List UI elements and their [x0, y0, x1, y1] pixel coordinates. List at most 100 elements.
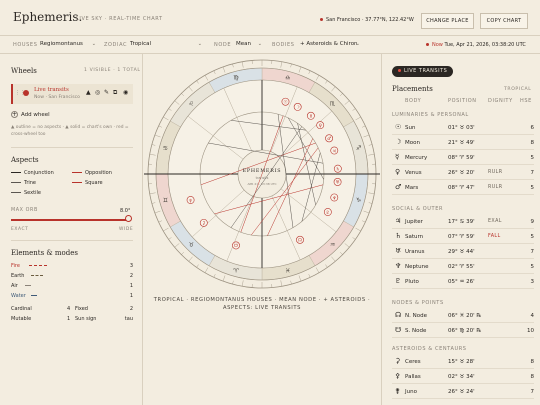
placement-row[interactable]: ⚳ Ceres 15° ♉ 28' 8: [392, 354, 534, 369]
placement-row[interactable]: ☉ Sun 01° ♉ 03' 6: [392, 120, 534, 135]
chevron-down-icon: ⌄: [257, 41, 262, 47]
group-label: LUMINARIES & PERSONAL: [392, 112, 469, 118]
zodiac-sign-glyph: ♑: [356, 197, 361, 204]
orb-slider-track[interactable]: [11, 219, 131, 221]
degree-tick: [331, 86, 336, 92]
wheel-center-sub: transits: [256, 176, 269, 180]
degree-tick: [168, 237, 172, 240]
bodies-label: BODIES: [272, 42, 295, 48]
placement-row[interactable]: ♇ Pluto 05° ♒ 26' 3: [392, 274, 534, 289]
placement-row[interactable]: ☿ Mercury 08° ♈ 59' 5: [392, 150, 534, 165]
planet-glyph-icon: ⚴: [395, 372, 401, 380]
aspect-sextile[interactable]: Sextile: [11, 190, 41, 196]
wheel-item-live[interactable]: ⋮⋮ Live transits Now · San Francisco ▲ ◎…: [11, 84, 133, 104]
degree-tick: [325, 264, 328, 268]
placement-name: Venus: [405, 170, 422, 176]
wheel-color-dot[interactable]: [23, 90, 29, 96]
placement-position: 26° ♉ 24': [448, 389, 475, 395]
zodiac-sign-glyph: ♊: [163, 197, 168, 204]
degree-tick: [352, 237, 356, 240]
add-wheel-button[interactable]: + Add wheel: [11, 111, 50, 118]
degree-tick: [315, 75, 320, 81]
degree-tick: [362, 125, 366, 128]
placement-row[interactable]: ♆ Neptune 02° ♈ 55' 5: [392, 259, 534, 274]
placement-name: Mercury: [405, 155, 428, 161]
placement-row[interactable]: ⚵ Juno 26° ♉ 24' 7: [392, 384, 534, 399]
aspect-square[interactable]: Square: [72, 180, 103, 186]
placement-row[interactable]: ⚴ Pallas 02° ♉ 34' 8: [392, 369, 534, 384]
placement-house: 4: [530, 313, 535, 319]
degree-tick: [368, 144, 373, 146]
placement-row[interactable]: ☋ S. Node 06° ♍ 20' ℞ 10: [392, 323, 534, 338]
degree-tick: [204, 267, 209, 273]
live-transits-pill[interactable]: LIVE TRANSITS: [392, 66, 454, 77]
placement-row[interactable]: ♄ Saturn 07° ♈ 59' FALL 5: [392, 229, 534, 244]
degree-tick: [188, 256, 193, 262]
aspect-trine[interactable]: Trine: [11, 180, 36, 186]
houses-label: HOUSES: [13, 42, 38, 48]
location-label: San Francisco · 37.77°N, 122.42°W: [320, 17, 414, 23]
degree-tick: [352, 108, 356, 111]
placement-dignity: RULR: [488, 170, 503, 175]
placement-position: 02° ♈ 55': [448, 264, 475, 270]
placement-name: Mars: [405, 185, 419, 191]
pencil-icon[interactable]: ✎: [104, 89, 109, 96]
element-bar: [29, 265, 47, 266]
placement-dignity: RULR: [488, 185, 503, 190]
degree-tick: [174, 100, 180, 105]
wheel-center-title: EPHEMERIS: [243, 168, 282, 174]
placement-name: Neptune: [405, 264, 429, 270]
eye-icon[interactable]: ◉: [123, 89, 128, 96]
planet-marker-glyph: ☉: [283, 100, 287, 106]
zodiac-sign-glyph: ♎: [285, 74, 290, 81]
placement-row[interactable]: ♂ Mars 08° ♈ 47' RULR 5: [392, 180, 534, 195]
planet-marker-glyph: ♄: [336, 166, 340, 172]
chart-wheel[interactable]: ♈ ♉ ♊ ♋ ♌ ♍ ♎ ♏ ♐ ♑ ♒ ♓ ☉ ☽ ☿ ♀ ♂♃ ♄ ♅ ♆ ♇ ☊ ☋ ⚳ ⚴ EPHEMERIS trans…: [142, 54, 382, 294]
col-position: POSITION: [448, 98, 477, 104]
degree-tick: [168, 108, 172, 111]
placement-row[interactable]: ♃ Jupiter 17° ♋ 39' EXAL 9: [392, 214, 534, 229]
zodiac-label: ZODIAC: [104, 42, 128, 48]
top-bar: Ephemeris. LIVE SKY · REAL-TIME CHART Sa…: [0, 0, 540, 36]
degree-tick: [363, 134, 370, 138]
chevron-down-icon: ⌄: [197, 41, 202, 47]
placement-row[interactable]: ☽ Moon 21° ♉ 49' 8: [392, 135, 534, 150]
degree-tick: [344, 243, 350, 248]
copy-icon[interactable]: ⧉: [113, 89, 117, 97]
change-place-button[interactable]: CHANGE PLACE: [421, 13, 474, 29]
node-select[interactable]: Mean ⌄: [236, 41, 262, 47]
swatch: [11, 192, 21, 193]
aspect-opposition[interactable]: Opposition: [72, 170, 112, 176]
placement-house: 8: [530, 374, 535, 380]
placement-house: 9: [530, 219, 535, 225]
placement-row[interactable]: ♅ Uranus 29° ♉ 44' 7: [392, 244, 534, 259]
placement-name: Ceres: [405, 359, 421, 365]
zodiac-select[interactable]: Tropical ⌄: [130, 41, 202, 47]
now-dot-icon: [426, 43, 429, 46]
placement-position: 08° ♈ 47': [448, 185, 475, 191]
wheel-item-name: Live transits: [34, 87, 69, 93]
copy-chart-button[interactable]: COPY CHART: [480, 13, 528, 29]
degree-tick: [308, 274, 311, 278]
placement-name: Pallas: [405, 374, 421, 380]
element-bar: [31, 295, 37, 296]
target-icon[interactable]: ◎: [95, 89, 100, 96]
aspect-conjunction[interactable]: Conjunction: [11, 170, 54, 176]
planet-glyph-icon: ♆: [395, 262, 402, 270]
zodiac-sign-glyph: ♍: [233, 74, 238, 81]
placement-row[interactable]: ☊ N. Node 06° ♓ 20' ℞ 4: [392, 308, 534, 323]
triangle-icon[interactable]: ▲: [86, 89, 91, 96]
placement-name: Juno: [405, 389, 417, 395]
degree-tick: [204, 75, 209, 81]
placement-position: 15° ♉ 28': [448, 359, 475, 365]
bodies-select[interactable]: + Asteroids & Chiron ⌄: [300, 41, 360, 47]
placement-row[interactable]: ♀ Venus 26° ♉ 20' RULR 7: [392, 165, 534, 180]
orb-slider-knob[interactable]: [125, 215, 132, 222]
placement-house: 5: [530, 264, 535, 270]
col-house: HSE: [520, 98, 532, 104]
zodiac-sign-glyph: ♈: [233, 268, 239, 275]
degree-tick: [315, 267, 320, 273]
degree-tick: [151, 202, 156, 204]
placement-position: 29° ♉ 44': [448, 249, 475, 255]
houses-select[interactable]: Regiomontanus ⌄: [40, 41, 96, 47]
